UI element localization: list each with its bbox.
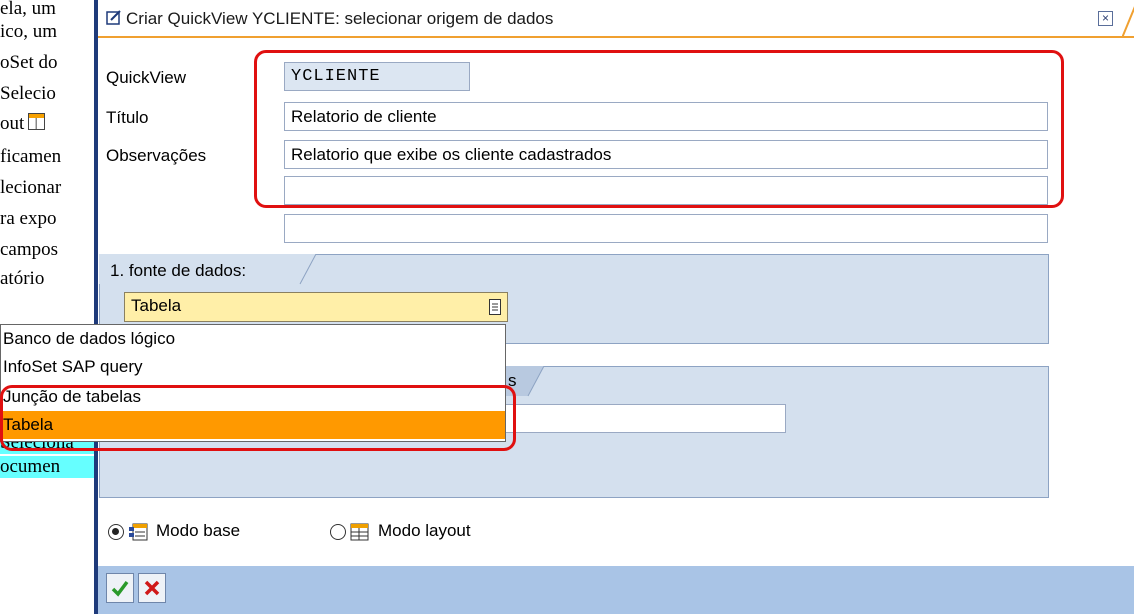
modo-layout-label: Modo layout: [378, 521, 471, 540]
annotation-highlight-option: [0, 385, 516, 451]
layout-mode-icon: [350, 523, 369, 541]
bg-line-text: out: [0, 113, 25, 134]
close-x-icon: [144, 580, 160, 596]
quickview-label: QuickView: [106, 68, 186, 87]
modo-layout-radio[interactable]: [330, 524, 346, 540]
bg-line: ela, um: [0, 0, 56, 19]
bg-line: ficamen: [0, 146, 62, 167]
tab-edge-decoration: [282, 254, 317, 285]
dialog-footer: [98, 566, 1134, 614]
confirm-button[interactable]: [106, 573, 134, 603]
close-icon[interactable]: ×: [1098, 11, 1113, 26]
titlebar-corner-decoration: [1122, 6, 1134, 38]
edit-icon: [106, 10, 121, 25]
bg-line: Selecio: [0, 83, 56, 104]
bg-line: oSet do: [0, 52, 58, 73]
bg-line: ocumen: [0, 456, 96, 478]
datasource-select-value: Tabela: [131, 296, 182, 315]
bg-line: ra expo: [0, 208, 57, 229]
quickview-dialog: Criar QuickView YCLIENTE: selecionar ori…: [94, 0, 1134, 614]
checkmark-icon: [111, 580, 129, 597]
annotation-highlight-header: [254, 50, 1064, 208]
dropdown-option[interactable]: InfoSet SAP query: [1, 353, 505, 381]
background-document: ela, um ico, um oSet do Selecio out fica…: [0, 0, 96, 614]
modo-base-label: Modo base: [156, 521, 241, 540]
dropdown-list-icon[interactable]: [489, 299, 501, 315]
bg-line: ico, um: [0, 21, 57, 42]
table-name-input[interactable]: [504, 404, 786, 433]
titulo-label: Título: [106, 108, 149, 127]
base-mode-icon: [129, 523, 148, 541]
table-layout-icon: [28, 113, 46, 130]
dropdown-option[interactable]: Banco de dados lógico: [1, 325, 505, 353]
bg-line: lecionar: [0, 177, 62, 198]
cancel-button[interactable]: [138, 573, 166, 603]
modo-base-radio[interactable]: [108, 524, 124, 540]
bg-line: campos: [0, 239, 59, 260]
observacoes-label: Observações: [106, 146, 207, 165]
dialog-title: Criar QuickView YCLIENTE: selecionar ori…: [126, 9, 554, 28]
datasource-tab-label: 1. fonte de dados:: [110, 261, 247, 280]
observacoes-input-3[interactable]: [284, 214, 1048, 243]
bg-line: out: [0, 113, 46, 135]
dialog-titlebar: Criar QuickView YCLIENTE: selecionar ori…: [98, 0, 1134, 38]
datasource-select[interactable]: Tabela: [124, 292, 508, 322]
bg-line: atório: [0, 268, 45, 289]
